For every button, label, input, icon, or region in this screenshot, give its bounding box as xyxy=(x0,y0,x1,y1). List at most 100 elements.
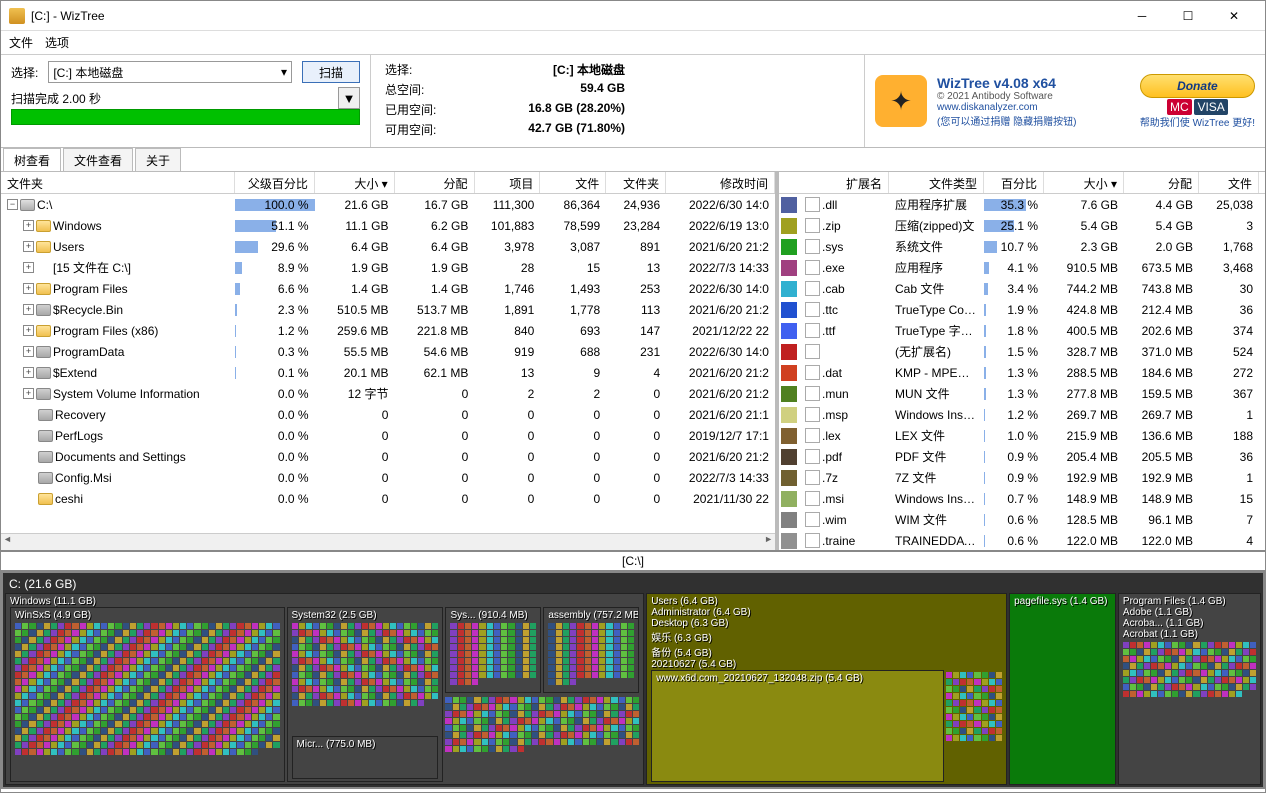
tree-col-header[interactable]: 文件夹 xyxy=(606,172,666,193)
tree-col-header[interactable]: 修改时间 xyxy=(666,172,775,193)
menu-options[interactable]: 选项 xyxy=(45,34,69,51)
ext-row[interactable]: .exe应用程序4.1 %910.5 MB673.5 MB3,468 xyxy=(779,257,1265,278)
folder-icon xyxy=(36,304,51,316)
ext-col-header[interactable]: 百分比 xyxy=(984,172,1044,193)
maximize-button[interactable]: ☐ xyxy=(1165,2,1211,30)
ext-color-swatch xyxy=(781,197,797,213)
tree-col-header[interactable]: 项目 xyxy=(475,172,541,193)
ext-color-swatch xyxy=(781,491,797,507)
status-path: [C:\] xyxy=(1,552,1265,571)
ext-col-header[interactable]: 扩展名 xyxy=(799,172,889,193)
tree-row[interactable]: − C:\100.0 %21.6 GB16.7 GB111,30086,3642… xyxy=(1,194,775,215)
file-type-icon xyxy=(805,386,820,401)
folder-icon xyxy=(38,430,53,442)
tree-row[interactable]: + Program Files (x86)1.2 %259.6 MB221.8 … xyxy=(1,320,775,341)
ext-body[interactable]: .dll应用程序扩展35.3 %7.6 GB4.4 GB25,038 .zip压… xyxy=(779,194,1265,550)
ext-row[interactable]: .dll应用程序扩展35.3 %7.6 GB4.4 GB25,038 xyxy=(779,194,1265,215)
file-type-icon xyxy=(805,260,820,275)
tree-body[interactable]: − C:\100.0 %21.6 GB16.7 GB111,30086,3642… xyxy=(1,194,775,533)
file-type-icon xyxy=(805,470,820,485)
folder-icon xyxy=(38,472,53,484)
ext-row[interactable]: .mspWindows Installe1.2 %269.7 MB269.7 M… xyxy=(779,404,1265,425)
tab-about[interactable]: 关于 xyxy=(135,148,181,171)
expand-toggle[interactable]: + xyxy=(23,304,34,315)
folder-icon xyxy=(38,451,53,463)
ext-row[interactable]: .lexLEX 文件1.0 %215.9 MB136.6 MB188 xyxy=(779,425,1265,446)
close-button[interactable]: ✕ xyxy=(1211,2,1257,30)
scan-progress xyxy=(11,109,360,125)
ext-row[interactable]: .pdfPDF 文件0.9 %205.4 MB205.5 MB36 xyxy=(779,446,1265,467)
expand-toggle[interactable]: + xyxy=(23,388,34,399)
tree-col-header[interactable]: 文件 xyxy=(540,172,606,193)
tree-row[interactable]: Documents and Settings0.0 %000002021/6/2… xyxy=(1,446,775,467)
file-type-icon xyxy=(805,449,820,464)
ext-color-swatch xyxy=(781,386,797,402)
ext-col-header[interactable]: 大小 ▾ xyxy=(1044,172,1124,193)
drive-select[interactable]: [C:] 本地磁盘 ▾ xyxy=(48,61,292,83)
ext-row[interactable]: .zip压缩(zipped)文25.1 %5.4 GB5.4 GB3 xyxy=(779,215,1265,236)
expand-toggle[interactable]: + xyxy=(23,241,34,252)
donate-button[interactable]: Donate xyxy=(1140,74,1255,98)
treemap[interactable]: C: (21.6 GB) Windows (11.1 GB) WinSxS (4… xyxy=(1,571,1265,789)
expand-toggle[interactable]: + xyxy=(23,283,34,294)
ext-row[interactable]: .ttfTrueType 字体文1.8 %400.5 MB202.6 MB374 xyxy=(779,320,1265,341)
tree-row[interactable]: + [15 文件在 C:\]8.9 %1.9 GB1.9 GB281513202… xyxy=(1,257,775,278)
expand-toggle[interactable]: − xyxy=(7,199,18,210)
ext-color-swatch xyxy=(781,302,797,318)
ext-color-swatch xyxy=(781,428,797,444)
menu-file[interactable]: 文件 xyxy=(9,34,33,51)
file-type-icon xyxy=(805,491,820,506)
app-icon xyxy=(9,8,25,24)
ext-col-header[interactable]: 文件 xyxy=(1199,172,1259,193)
tree-col-header[interactable]: 父级百分比 xyxy=(235,172,315,193)
tree-row[interactable]: PerfLogs0.0 %000002019/12/7 17:1 xyxy=(1,425,775,446)
ext-row[interactable]: .cabCab 文件3.4 %744.2 MB743.8 MB30 xyxy=(779,278,1265,299)
tree-row[interactable]: + $Extend0.1 %20.1 MB62.1 MB13942021/6/2… xyxy=(1,362,775,383)
file-type-icon xyxy=(805,281,820,296)
tree-col-header[interactable]: 大小 ▾ xyxy=(315,172,395,193)
tree-col-header[interactable]: 分配 xyxy=(395,172,475,193)
ext-row[interactable]: .ttcTrueType Collect1.9 %424.8 MB212.4 M… xyxy=(779,299,1265,320)
tree-row[interactable]: + ProgramData0.3 %55.5 MB54.6 MB91968823… xyxy=(1,341,775,362)
folder-icon xyxy=(36,346,51,358)
tree-row[interactable]: Recovery0.0 %000002021/6/20 21:1 xyxy=(1,404,775,425)
ext-row[interactable]: .msiWindows Installe0.7 %148.9 MB148.9 M… xyxy=(779,488,1265,509)
tree-row[interactable]: ceshi0.0 %000002021/11/30 22 xyxy=(1,488,775,509)
scan-button[interactable]: 扫描 xyxy=(302,61,360,83)
ext-row[interactable]: .7z7Z 文件0.9 %192.9 MB192.9 MB1 xyxy=(779,467,1265,488)
expand-toggle[interactable]: + xyxy=(23,325,34,336)
tree-hscroll[interactable] xyxy=(1,533,775,550)
expand-toggle[interactable]: + xyxy=(23,262,34,273)
ext-row[interactable]: .traineTRAINEDDATA 文0.6 %122.0 MB122.0 M… xyxy=(779,530,1265,550)
tab-files[interactable]: 文件查看 xyxy=(63,148,133,171)
tree-row[interactable]: + Windows51.1 %11.1 GB6.2 GB101,88378,59… xyxy=(1,215,775,236)
folder-icon xyxy=(36,367,51,379)
tree-row[interactable]: + Users29.6 %6.4 GB6.4 GB3,9783,08789120… xyxy=(1,236,775,257)
tab-tree[interactable]: 树查看 xyxy=(3,148,61,171)
tree-row[interactable]: + Program Files6.6 %1.4 GB1.4 GB1,7461,4… xyxy=(1,278,775,299)
ext-row[interactable]: .datKMP - MPEG Mo1.3 %288.5 MB184.6 MB27… xyxy=(779,362,1265,383)
file-type-icon xyxy=(805,365,820,380)
tree-row[interactable]: Config.Msi0.0 %000002022/7/3 14:33 xyxy=(1,467,775,488)
view-tabs: 树查看 文件查看 关于 xyxy=(1,148,1265,172)
app-url-link[interactable]: www.diskanalyzer.com xyxy=(937,102,1130,113)
file-type-icon xyxy=(805,428,820,443)
ext-row[interactable]: .munMUN 文件1.3 %277.8 MB159.5 MB367 xyxy=(779,383,1265,404)
expand-toggle[interactable]: + xyxy=(23,220,34,231)
file-type-icon xyxy=(805,239,820,254)
tree-row[interactable]: + System Volume Information0.0 %12 字节022… xyxy=(1,383,775,404)
ext-col-header[interactable]: 分配 xyxy=(1124,172,1199,193)
file-type-icon xyxy=(805,323,820,338)
ext-col-header[interactable]: 文件类型 xyxy=(889,172,984,193)
expand-toggle[interactable]: + xyxy=(23,346,34,357)
ext-row[interactable]: .wimWIM 文件0.6 %128.5 MB96.1 MB7 xyxy=(779,509,1265,530)
tree-row[interactable]: + $Recycle.Bin2.3 %510.5 MB513.7 MB1,891… xyxy=(1,299,775,320)
ext-row[interactable]: .sys系统文件10.7 %2.3 GB2.0 GB1,768 xyxy=(779,236,1265,257)
ext-row[interactable]: (无扩展名)1.5 %328.7 MB371.0 MB524 xyxy=(779,341,1265,362)
ext-color-swatch xyxy=(781,470,797,486)
filter-button[interactable]: ▼ xyxy=(338,87,360,109)
minimize-button[interactable]: ─ xyxy=(1119,2,1165,30)
expand-toggle[interactable]: + xyxy=(23,367,34,378)
tree-col-header[interactable]: 文件夹 xyxy=(1,172,235,193)
select-label: 选择: xyxy=(11,64,38,81)
